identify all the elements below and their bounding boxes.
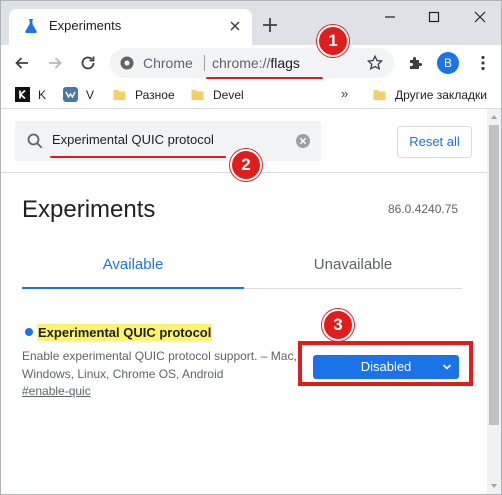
close-window-icon[interactable] [471,8,489,26]
vk-logo-icon [63,87,78,102]
chrome-page-icon [120,56,134,70]
address-separator [204,55,205,71]
flag-modified-dot [25,328,33,336]
search-input[interactable]: Experimental QUIC protocol [15,121,321,161]
flag-state-select[interactable]: Disabled [313,355,459,379]
url-text: chrome://flags [212,55,300,71]
step-3-badge: 3 [322,309,354,341]
folder-icon [373,90,386,100]
version-label: 86.0.4240.75 [388,202,459,216]
bookmark-k[interactable]: K [15,87,46,105]
maximize-icon[interactable] [425,8,443,26]
bookmarks-overflow-button[interactable]: » [341,86,348,101]
toolbar: Chrome chrome://flags B [1,45,501,81]
tab-available[interactable]: Available [22,243,244,289]
puzzle-extension-icon[interactable] [406,53,426,73]
search-value: Experimental QUIC protocol [52,132,214,147]
search-icon [27,133,43,149]
k-letter-icon [15,87,30,102]
bookmark-vk[interactable]: V [63,87,94,105]
scroll-thumb[interactable] [489,125,499,425]
step-1-badge: 1 [317,25,349,57]
flask-icon [25,19,37,33]
tab-strip: Experiments [1,1,501,45]
flag-title: Experimental QUIC protocol [37,324,213,341]
close-icon[interactable] [227,18,243,34]
site-chip: Chrome [143,55,193,71]
tab-title: Experiments [49,18,122,33]
forward-arrow-icon[interactable] [45,53,65,73]
folder-icon [113,90,126,100]
page-scrollbar[interactable] [487,109,501,494]
avatar[interactable]: B [437,52,459,74]
flag-permalink[interactable]: #enable-quic [22,384,91,398]
address-bar[interactable]: Chrome chrome://flags [110,48,394,78]
bookmark-folder-other[interactable]: Другие закладки [372,87,487,105]
chevron-down-icon [442,364,452,370]
minimize-icon[interactable] [381,8,399,26]
folder-icon [191,90,204,100]
reset-all-button[interactable]: Reset all [397,126,472,158]
new-tab-icon[interactable] [260,15,280,35]
tab-experiments[interactable]: Experiments [9,9,252,45]
flag-state-value: Disabled [360,359,412,374]
bookmarks-bar: K V Разное Devel » Другие закладки [1,81,501,109]
clear-search-icon[interactable] [295,133,311,149]
url-underline-annotation [206,77,323,79]
star-icon[interactable] [366,54,384,72]
step-2-badge: 2 [230,149,262,181]
scroll-up-arrow-icon[interactable] [490,113,498,121]
bookmark-folder-raznoe[interactable]: Разное [112,87,175,105]
flags-tabs: Available Unavailable [22,243,462,289]
kebab-menu-icon[interactable] [473,53,493,73]
page-title: Experiments [22,196,156,223]
flag-description: Enable experimental QUIC protocol suppor… [22,349,297,381]
tab-unavailable[interactable]: Unavailable [244,243,462,289]
bookmark-folder-devel[interactable]: Devel [190,87,244,105]
back-arrow-icon[interactable] [12,53,32,73]
browser-window: Experiments Chrome chrome://flags B K V … [0,0,502,495]
select-highlight-box: Disabled [298,341,473,386]
reload-icon[interactable] [78,53,98,73]
search-underline-annotation [50,156,226,158]
scroll-down-arrow-icon[interactable] [490,482,498,490]
